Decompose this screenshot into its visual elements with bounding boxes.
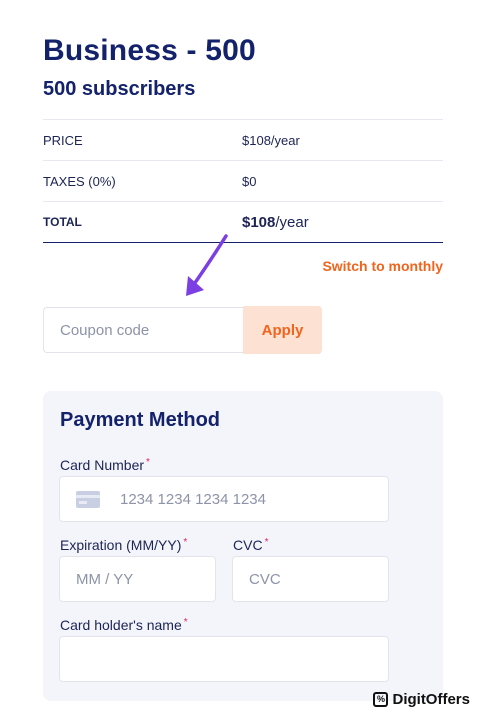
card-number-label: Card Number *: [60, 457, 150, 473]
order-summary: PRICE $108/year TAXES (0%) $0 TOTAL $108…: [43, 119, 443, 243]
card-number-field: [59, 476, 389, 522]
taxes-label: TAXES (0%): [43, 174, 116, 189]
expiration-label-text: Expiration (MM/YY): [60, 537, 182, 553]
arrow-icon: [186, 234, 228, 296]
taxes-row: TAXES (0%) $0: [43, 161, 443, 202]
total-suffix: /year: [275, 214, 309, 231]
plan-subtitle: 500 subscribers: [43, 78, 196, 100]
cvc-label: CVC *: [233, 537, 268, 553]
holder-name-label: Card holder's name *: [60, 617, 188, 633]
holder-name-field: [59, 636, 389, 682]
cvc-field: [232, 556, 389, 602]
payment-method-panel: Payment Method Card Number* Expiration (…: [43, 391, 443, 701]
total-amount: $108: [242, 214, 276, 231]
required-mark: *: [264, 537, 269, 548]
total-label: TOTAL: [43, 215, 82, 229]
cvc-input[interactable]: [233, 557, 388, 601]
plan-title: Business - 500: [43, 34, 256, 67]
total-row: TOTAL $108/year: [43, 202, 443, 243]
expiration-field: [59, 556, 216, 602]
price-row: PRICE $108/year: [43, 120, 443, 161]
cvc-label-text: CVC: [233, 537, 263, 553]
holder-name-input[interactable]: [60, 637, 388, 681]
expiration-label: Expiration (MM/YY) *: [60, 537, 187, 553]
taxes-value: $0: [242, 174, 257, 189]
credit-card-icon: [76, 491, 100, 508]
apply-coupon-button[interactable]: Apply: [243, 306, 322, 354]
total-value: $108/year: [242, 214, 309, 231]
expiration-input[interactable]: [60, 557, 215, 601]
percent-icon: %: [373, 692, 389, 707]
switch-to-monthly-link[interactable]: Switch to monthly: [322, 258, 443, 274]
watermark: % DigitOffers: [373, 691, 470, 708]
required-mark: *: [183, 617, 188, 628]
price-label: PRICE: [43, 133, 83, 148]
coupon-input[interactable]: [43, 307, 243, 353]
required-mark: *: [146, 457, 150, 468]
watermark-text: DigitOffers: [392, 691, 470, 708]
card-number-input[interactable]: [60, 477, 388, 521]
card-number-label-text: Card Number: [60, 457, 145, 473]
payment-method-heading: Payment Method: [60, 409, 221, 431]
coupon-form: Apply: [43, 306, 322, 355]
price-value: $108/year: [242, 133, 300, 148]
required-mark: *: [183, 537, 188, 548]
holder-name-label-text: Card holder's name: [60, 617, 182, 633]
